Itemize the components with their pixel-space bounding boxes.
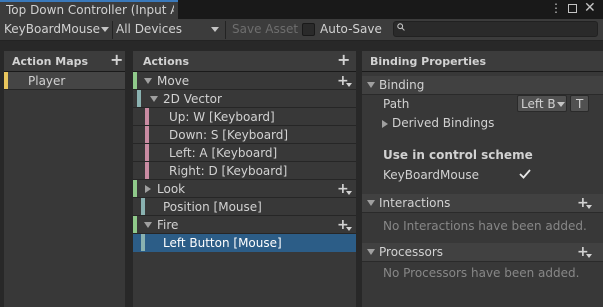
binding-part-row[interactable]: Down: S [Keyboard]: [133, 126, 356, 144]
auto-save-label: Auto-Save: [320, 22, 382, 36]
save-asset-label: Save Asset: [232, 22, 299, 36]
expand-arrow-icon[interactable]: [144, 78, 152, 84]
binding-color-bar: [141, 198, 145, 215]
scheme-checkbox[interactable]: [518, 167, 532, 181]
processors-section-label: Processors: [379, 245, 444, 259]
use-in-scheme-label: Use in control scheme: [383, 148, 533, 162]
action-color-bar: [133, 180, 137, 197]
binding-row-selected[interactable]: Left Button [Mouse]: [133, 234, 356, 252]
expand-arrow-icon[interactable]: [150, 96, 158, 102]
interactions-empty-text: No Interactions have been added.: [383, 219, 587, 233]
part-color-bar: [145, 126, 149, 143]
action-color-bar: [133, 72, 137, 89]
interactions-section-header[interactable]: Interactions +: [362, 194, 603, 213]
path-dropdown[interactable]: Left B: [517, 95, 567, 112]
search-icon: [397, 23, 405, 31]
binding-part-row[interactable]: Up: W [Keyboard]: [133, 108, 356, 126]
chevron-down-icon: [557, 102, 565, 107]
expand-arrow-icon: [367, 200, 375, 206]
expand-arrow-icon: [367, 82, 375, 88]
collapse-arrow-icon[interactable]: [145, 185, 151, 193]
add-action-button[interactable]: +: [337, 52, 350, 68]
path-text-mode-label: T: [576, 97, 584, 111]
action-row-move[interactable]: Move +: [133, 72, 356, 90]
binding-properties-title: Binding Properties: [370, 55, 487, 68]
actions-header: Actions +: [133, 51, 356, 72]
map-color-bar: [4, 72, 8, 89]
devices-label: All Devices: [116, 22, 182, 36]
maximize-icon[interactable]: [568, 4, 577, 13]
window-tab[interactable]: Top Down Controller (Input Actions): [0, 0, 178, 19]
binding-part-label: Left: A [Keyboard]: [169, 146, 278, 160]
window-tab-title: Top Down Controller (Input Actions): [6, 3, 174, 17]
action-maps-header: Action Maps +: [4, 51, 125, 72]
action-color-bar: [133, 216, 137, 233]
processors-empty-text: No Processors have been added.: [383, 266, 580, 280]
binding-part-label: Up: W [Keyboard]: [169, 110, 275, 124]
composite-label: 2D Vector: [163, 92, 222, 106]
binding-row[interactable]: Position [Mouse]: [133, 198, 356, 216]
add-binding-button[interactable]: +: [337, 74, 352, 88]
control-scheme-label: KeyBoardMouse: [4, 22, 100, 36]
actions-panel: Actions + Move + 2D Vector Up: W [Keyboa…: [133, 51, 356, 307]
binding-color-bar: [141, 234, 145, 251]
composite-row-2d-vector[interactable]: 2D Vector: [133, 90, 356, 108]
part-color-bar: [145, 144, 149, 161]
binding-part-row[interactable]: Left: A [Keyboard]: [133, 144, 356, 162]
part-color-bar: [145, 108, 149, 125]
search-input[interactable]: [393, 21, 598, 37]
devices-dropdown[interactable]: All Devices: [113, 19, 223, 40]
binding-part-row[interactable]: Right: D [Keyboard]: [133, 162, 356, 180]
binding-label: Position [Mouse]: [163, 200, 262, 214]
composite-color-bar: [137, 90, 141, 107]
add-processor-button[interactable]: +: [577, 245, 592, 259]
action-map-label: Player: [28, 74, 66, 88]
action-label: Look: [157, 182, 186, 196]
add-binding-button[interactable]: +: [337, 182, 352, 196]
interactions-section-label: Interactions: [379, 196, 451, 210]
path-label: Path: [383, 97, 410, 111]
scheme-name-label: KeyBoardMouse: [383, 168, 479, 182]
checkmark-icon: [519, 169, 531, 179]
collapse-arrow-icon[interactable]: [382, 120, 388, 128]
ellipsis-vertical-icon[interactable]: ⋮: [550, 1, 562, 15]
control-scheme-dropdown[interactable]: KeyBoardMouse: [0, 19, 111, 40]
list-item[interactable]: Player: [4, 72, 125, 90]
expand-arrow-icon: [367, 249, 375, 255]
action-maps-title: Action Maps: [12, 55, 89, 68]
part-color-bar: [145, 162, 149, 179]
add-interaction-button[interactable]: +: [577, 196, 592, 210]
derived-bindings-label[interactable]: Derived Bindings: [392, 116, 494, 130]
expand-arrow-icon[interactable]: [144, 222, 152, 228]
binding-label: Left Button [Mouse]: [163, 236, 282, 250]
processors-section-header[interactable]: Processors +: [362, 243, 603, 262]
binding-part-label: Right: D [Keyboard]: [169, 164, 288, 178]
toolbar: KeyBoardMouse All Devices Save Asset Aut…: [0, 19, 603, 41]
action-label: Move: [157, 74, 190, 88]
path-text-mode-button[interactable]: T: [570, 95, 589, 112]
binding-section-header[interactable]: Binding: [362, 76, 603, 95]
chevron-down-icon: [101, 27, 109, 32]
close-icon[interactable]: ✕: [584, 0, 596, 16]
chevron-down-icon: [211, 27, 219, 32]
binding-part-label: Down: S [Keyboard]: [169, 128, 289, 142]
save-asset-button[interactable]: Save Asset: [226, 20, 301, 39]
add-action-map-button[interactable]: +: [110, 52, 123, 68]
binding-section-label: Binding: [379, 78, 425, 92]
binding-properties-panel: Binding Properties Binding Path Left B T…: [362, 51, 603, 307]
action-label: Fire: [157, 218, 179, 232]
action-row-look[interactable]: Look +: [133, 180, 356, 198]
binding-properties-header: Binding Properties: [362, 51, 603, 72]
action-row-fire[interactable]: Fire +: [133, 216, 356, 234]
add-binding-button[interactable]: +: [337, 218, 352, 232]
actions-title: Actions: [143, 55, 189, 68]
action-maps-panel: Action Maps + Player: [4, 51, 125, 307]
path-value: Left B: [521, 97, 556, 111]
auto-save-checkbox[interactable]: [302, 23, 315, 36]
